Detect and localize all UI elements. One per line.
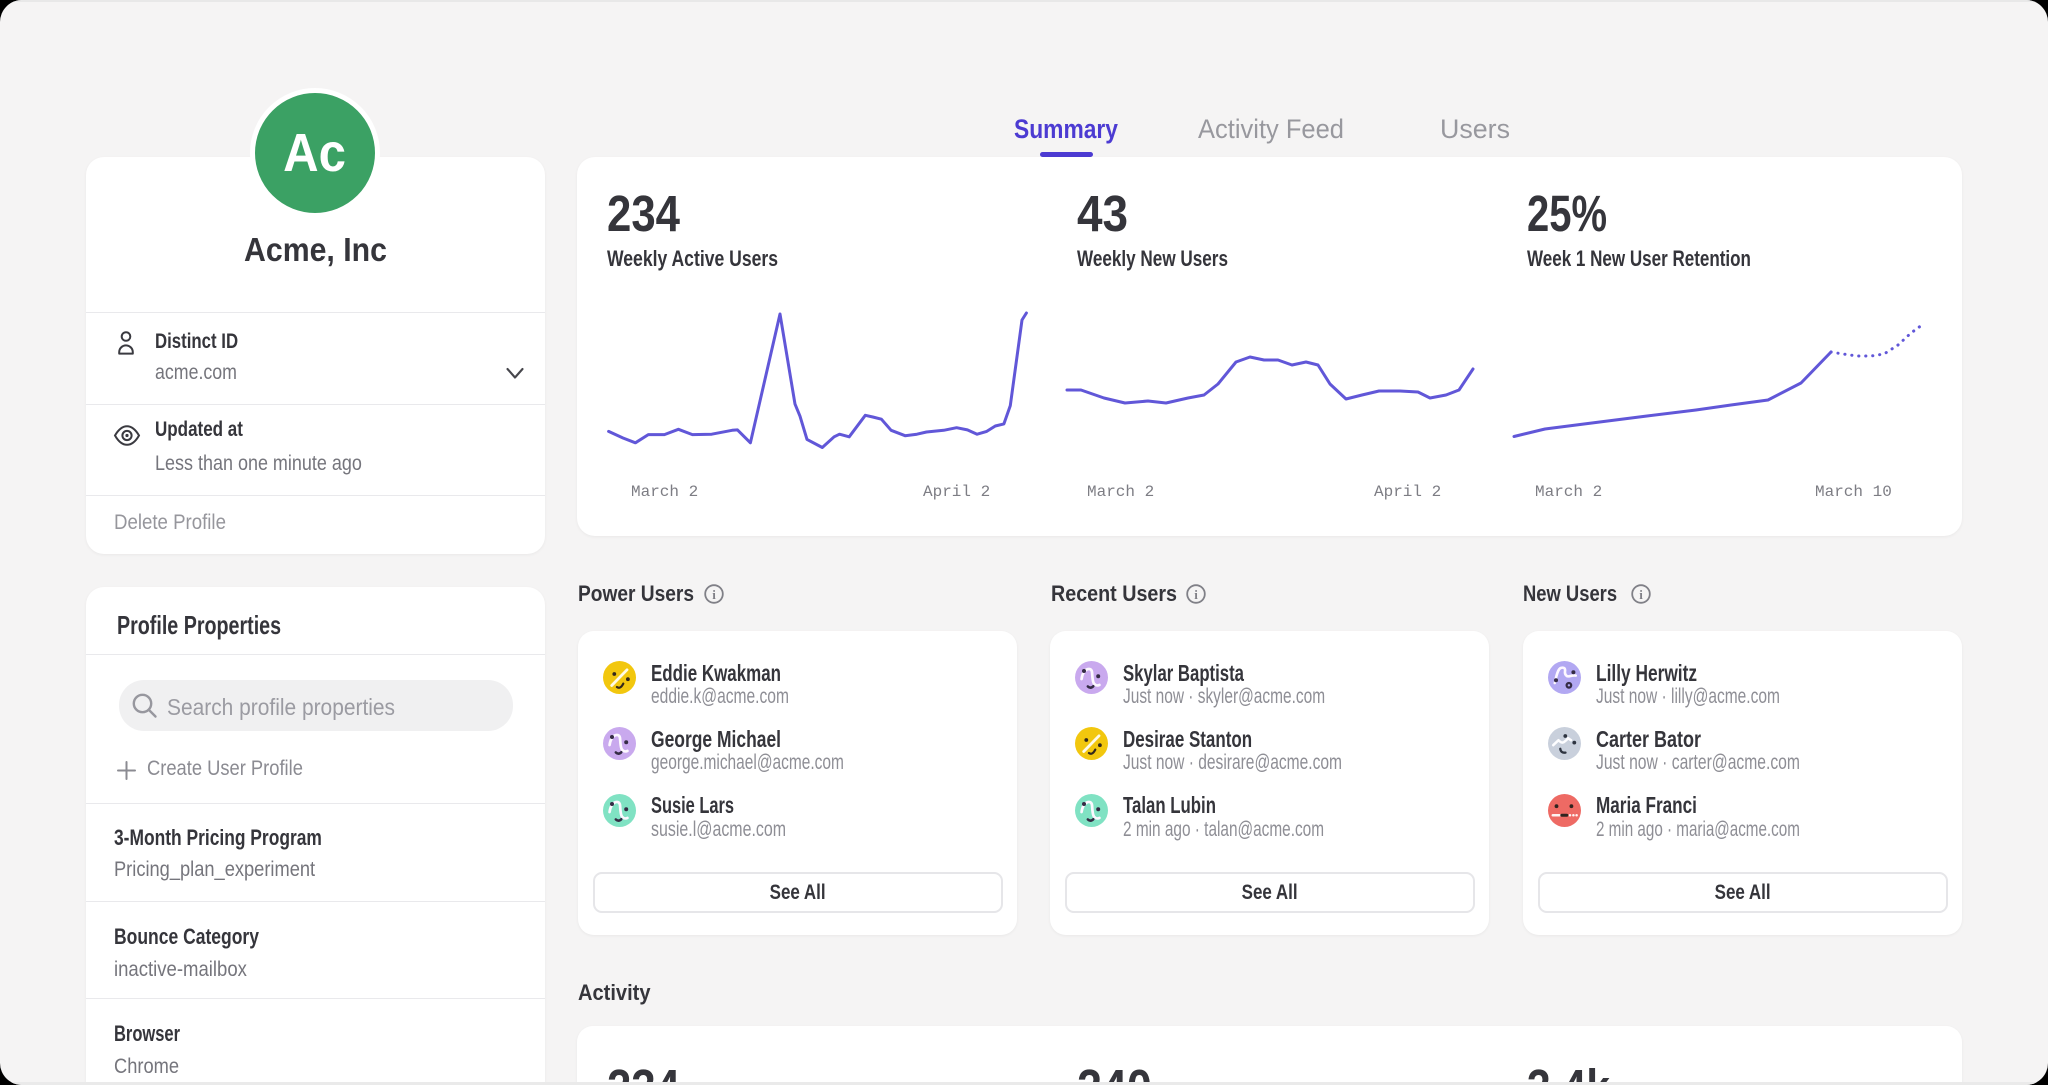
svg-text:i: i: [1639, 587, 1643, 602]
svg-text:i: i: [712, 587, 716, 602]
svg-text:i: i: [1194, 587, 1198, 602]
